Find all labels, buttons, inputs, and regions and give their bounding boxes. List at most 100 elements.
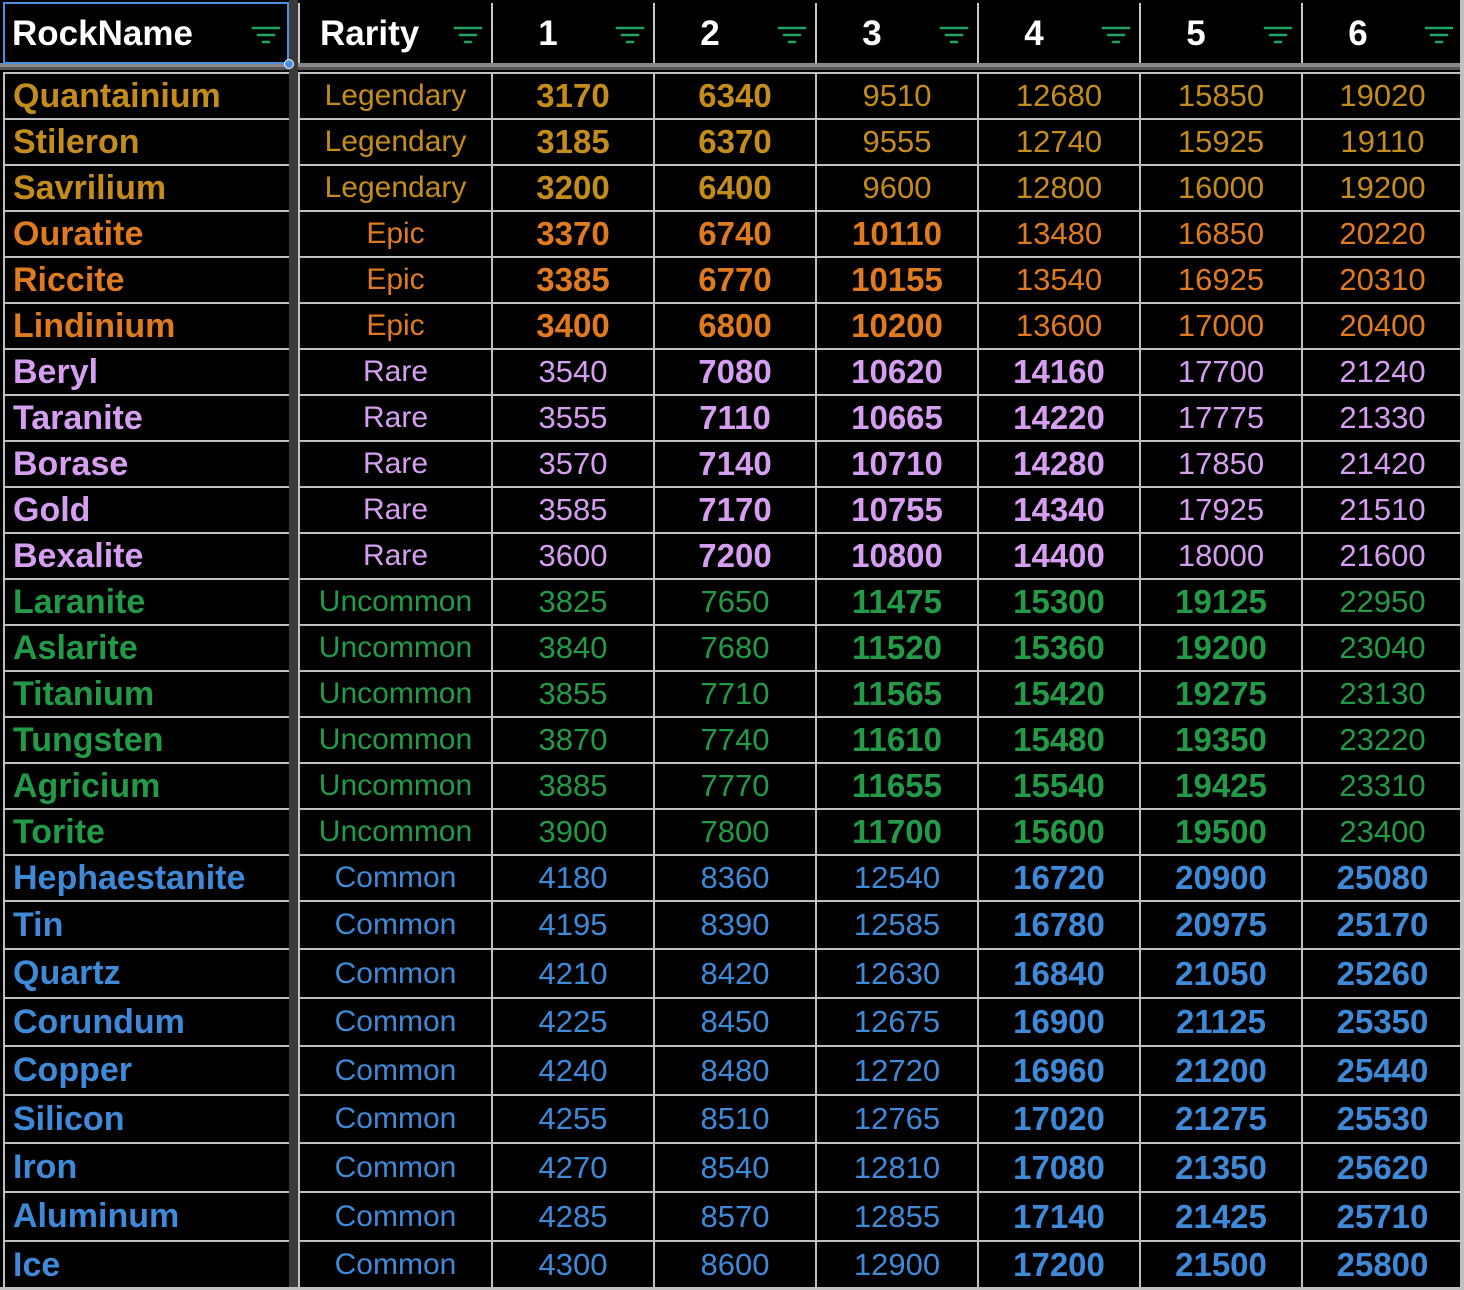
value-cell[interactable]: 16925 — [1139, 256, 1301, 302]
rock-name-cell[interactable]: Copper — [3, 1045, 289, 1094]
rock-name-cell[interactable]: Beryl — [3, 348, 289, 394]
value-cell[interactable]: 21330 — [1301, 394, 1462, 440]
rock-name-cell[interactable]: Agricium — [3, 762, 289, 808]
value-cell[interactable]: 23040 — [1301, 624, 1462, 670]
rarity-cell[interactable]: Uncommon — [298, 670, 491, 716]
value-cell[interactable]: 21500 — [1139, 1240, 1301, 1288]
value-cell[interactable]: 3400 — [491, 302, 653, 348]
value-cell[interactable]: 6400 — [653, 164, 815, 210]
rock-name-cell[interactable]: Aluminum — [3, 1191, 289, 1240]
value-cell[interactable]: 15850 — [1139, 72, 1301, 118]
value-cell[interactable]: 17140 — [977, 1191, 1139, 1240]
filter-icon[interactable] — [1101, 23, 1131, 47]
value-cell[interactable]: 13600 — [977, 302, 1139, 348]
value-cell[interactable]: 21350 — [1139, 1142, 1301, 1191]
value-cell[interactable]: 3170 — [491, 72, 653, 118]
value-cell[interactable]: 16850 — [1139, 210, 1301, 256]
value-cell[interactable]: 22950 — [1301, 578, 1462, 624]
value-cell[interactable]: 16780 — [977, 900, 1139, 948]
value-cell[interactable]: 7650 — [653, 578, 815, 624]
value-cell[interactable]: 17850 — [1139, 440, 1301, 486]
value-cell[interactable]: 11700 — [815, 808, 977, 854]
column-header-level-5[interactable]: 5 — [1139, 3, 1301, 63]
value-cell[interactable]: 25710 — [1301, 1191, 1462, 1240]
rock-name-cell[interactable]: Hephaestanite — [3, 854, 289, 900]
value-cell[interactable]: 11610 — [815, 716, 977, 762]
value-cell[interactable]: 17925 — [1139, 486, 1301, 532]
value-cell[interactable]: 20975 — [1139, 900, 1301, 948]
value-cell[interactable]: 8510 — [653, 1094, 815, 1142]
value-cell[interactable]: 6370 — [653, 118, 815, 164]
value-cell[interactable]: 21420 — [1301, 440, 1462, 486]
rarity-cell[interactable]: Uncommon — [298, 716, 491, 762]
value-cell[interactable]: 20310 — [1301, 256, 1462, 302]
rarity-cell[interactable]: Uncommon — [298, 624, 491, 670]
rock-name-cell[interactable]: Gold — [3, 486, 289, 532]
value-cell[interactable]: 8420 — [653, 948, 815, 997]
rarity-cell[interactable]: Common — [298, 1094, 491, 1142]
value-cell[interactable]: 23220 — [1301, 716, 1462, 762]
value-cell[interactable]: 14220 — [977, 394, 1139, 440]
value-cell[interactable]: 14280 — [977, 440, 1139, 486]
value-cell[interactable]: 25260 — [1301, 948, 1462, 997]
value-cell[interactable]: 21425 — [1139, 1191, 1301, 1240]
value-cell[interactable]: 9555 — [815, 118, 977, 164]
value-cell[interactable]: 20400 — [1301, 302, 1462, 348]
value-cell[interactable]: 3840 — [491, 624, 653, 670]
value-cell[interactable]: 12855 — [815, 1191, 977, 1240]
value-cell[interactable]: 19200 — [1301, 164, 1462, 210]
value-cell[interactable]: 25620 — [1301, 1142, 1462, 1191]
value-cell[interactable]: 6340 — [653, 72, 815, 118]
value-cell[interactable]: 17020 — [977, 1094, 1139, 1142]
value-cell[interactable]: 4195 — [491, 900, 653, 948]
value-cell[interactable]: 3885 — [491, 762, 653, 808]
value-cell[interactable]: 14160 — [977, 348, 1139, 394]
rarity-cell[interactable]: Common — [298, 1142, 491, 1191]
value-cell[interactable]: 7140 — [653, 440, 815, 486]
value-cell[interactable]: 14400 — [977, 532, 1139, 578]
column-header-level-4[interactable]: 4 — [977, 3, 1139, 63]
value-cell[interactable]: 8390 — [653, 900, 815, 948]
value-cell[interactable]: 3825 — [491, 578, 653, 624]
value-cell[interactable]: 8360 — [653, 854, 815, 900]
value-cell[interactable]: 19500 — [1139, 808, 1301, 854]
value-cell[interactable]: 21600 — [1301, 532, 1462, 578]
filter-icon[interactable] — [1263, 23, 1293, 47]
value-cell[interactable]: 19425 — [1139, 762, 1301, 808]
value-cell[interactable]: 18000 — [1139, 532, 1301, 578]
value-cell[interactable]: 19110 — [1301, 118, 1462, 164]
filter-icon[interactable] — [615, 23, 645, 47]
selection-fill-handle[interactable] — [284, 59, 294, 69]
value-cell[interactable]: 14340 — [977, 486, 1139, 532]
rock-name-cell[interactable]: Savrilium — [3, 164, 289, 210]
value-cell[interactable]: 4225 — [491, 997, 653, 1045]
value-cell[interactable]: 4285 — [491, 1191, 653, 1240]
value-cell[interactable]: 25350 — [1301, 997, 1462, 1045]
value-cell[interactable]: 3370 — [491, 210, 653, 256]
rarity-cell[interactable]: Epic — [298, 210, 491, 256]
value-cell[interactable]: 3540 — [491, 348, 653, 394]
value-cell[interactable]: 19020 — [1301, 72, 1462, 118]
rarity-cell[interactable]: Uncommon — [298, 762, 491, 808]
value-cell[interactable]: 17700 — [1139, 348, 1301, 394]
rock-name-cell[interactable]: Borase — [3, 440, 289, 486]
value-cell[interactable]: 13480 — [977, 210, 1139, 256]
value-cell[interactable]: 9510 — [815, 72, 977, 118]
value-cell[interactable]: 25080 — [1301, 854, 1462, 900]
value-cell[interactable]: 12765 — [815, 1094, 977, 1142]
value-cell[interactable]: 10620 — [815, 348, 977, 394]
rock-name-cell[interactable]: Quantainium — [3, 72, 289, 118]
value-cell[interactable]: 16840 — [977, 948, 1139, 997]
value-cell[interactable]: 3870 — [491, 716, 653, 762]
value-cell[interactable]: 3200 — [491, 164, 653, 210]
value-cell[interactable]: 19350 — [1139, 716, 1301, 762]
value-cell[interactable]: 20900 — [1139, 854, 1301, 900]
value-cell[interactable]: 8570 — [653, 1191, 815, 1240]
value-cell[interactable]: 3570 — [491, 440, 653, 486]
value-cell[interactable]: 16900 — [977, 997, 1139, 1045]
value-cell[interactable]: 7770 — [653, 762, 815, 808]
value-cell[interactable]: 11565 — [815, 670, 977, 716]
rock-name-cell[interactable]: Torite — [3, 808, 289, 854]
rock-name-cell[interactable]: Silicon — [3, 1094, 289, 1142]
value-cell[interactable]: 21240 — [1301, 348, 1462, 394]
